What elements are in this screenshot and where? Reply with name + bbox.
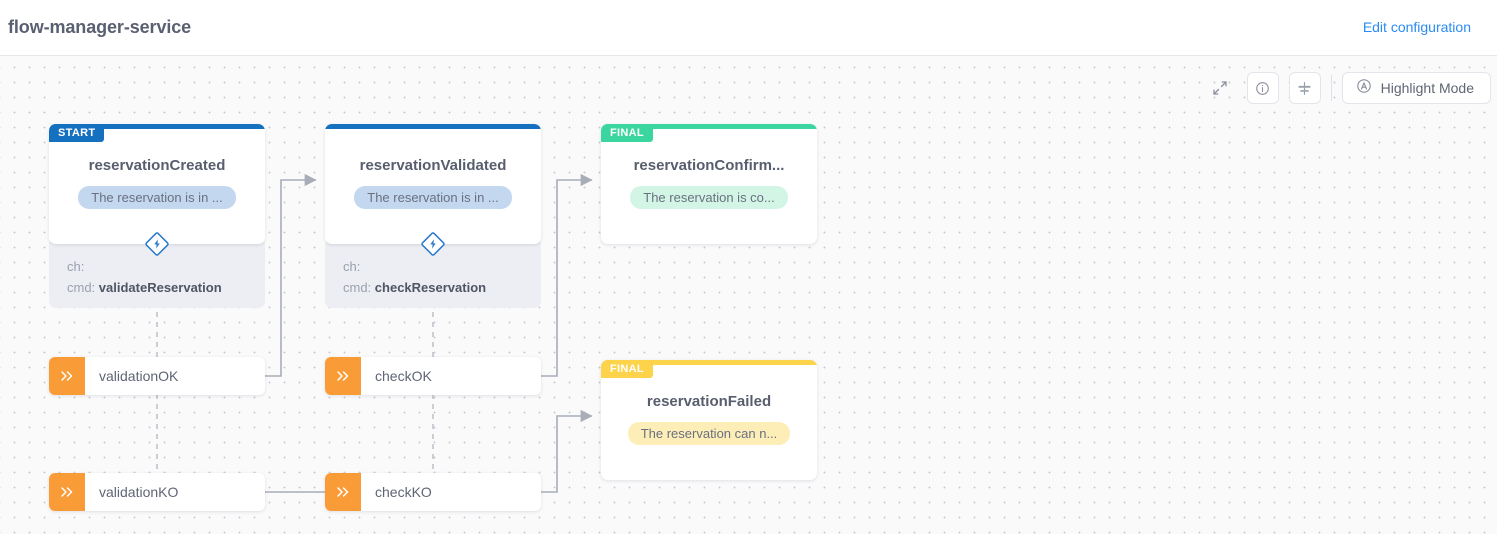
state-card[interactable]: START reservationCreated The reservation… [49,124,265,244]
state-description: The reservation is in ... [354,186,512,209]
state-card[interactable]: FINAL reservationFailed The reservation … [601,360,817,480]
command-channel-line: ch: [343,256,541,277]
state-node-reservationFailed[interactable]: FINAL reservationFailed The reservation … [601,360,817,480]
state-description: The reservation is co... [630,186,788,209]
double-chevron-right-icon [49,473,85,511]
state-name: reservationCreated [88,157,226,174]
double-chevron-right-icon [325,357,361,395]
flow-diagram-page: flow-manager-service Edit configuration [0,0,1497,534]
channel-label: ch: [343,259,361,274]
state-node-reservationConfirmed[interactable]: FINAL reservationConfirm... The reservat… [601,124,817,244]
event-label: validationKO [99,484,179,500]
command-cmd-line: cmd: validateReservation [67,277,265,298]
state-name: reservationConfirm... [633,157,785,174]
event-label: checkKO [375,484,432,500]
circled-a-icon [1356,78,1372,99]
state-name: reservationFailed [646,393,772,410]
bolt-diamond-icon [420,231,446,257]
highlight-mode-button[interactable]: Highlight Mode [1341,72,1491,104]
cmd-value: checkReservation [374,280,487,295]
canvas-toolbar: Highlight Mode [1203,71,1491,105]
event-node-validationOK[interactable]: validationOK [49,357,265,395]
state-badge: START [49,124,105,142]
diagram-canvas[interactable]: Highlight Mode ch: cmd: validateReservat… [0,56,1497,534]
highlight-mode-label: Highlight Mode [1380,80,1474,96]
state-accent-bar [325,124,541,129]
cmd-label: cmd: [67,280,96,295]
state-description: The reservation is in ... [78,186,236,209]
event-node-checkKO[interactable]: checkKO [325,473,541,511]
page-header: flow-manager-service Edit configuration [0,0,1497,56]
event-node-checkOK[interactable]: checkOK [325,357,541,395]
cmd-value: validateReservation [98,280,222,295]
double-chevron-right-icon [49,357,85,395]
double-chevron-right-icon [325,473,361,511]
event-label: validationOK [99,368,179,384]
command-channel-line: ch: [67,256,265,277]
state-node-reservationValidated[interactable]: ch: cmd: checkReservation reservationVal… [325,124,541,308]
channel-label: ch: [67,259,85,274]
command-cmd-line: cmd: checkReservation [343,277,541,298]
cmd-label: cmd: [343,280,372,295]
state-badge: FINAL [601,360,653,378]
event-node-validationKO[interactable]: validationKO [49,473,265,511]
state-description: The reservation can n... [627,422,791,445]
expand-arrows-icon[interactable] [1203,71,1237,105]
state-name: reservationValidated [359,157,507,174]
state-badge: FINAL [601,124,653,142]
bolt-diamond-icon [144,231,170,257]
toolbar-divider [1330,75,1332,101]
state-node-reservationCreated[interactable]: ch: cmd: validateReservation START reser… [49,124,265,308]
distribute-vertical-icon[interactable] [1288,72,1321,104]
state-card[interactable]: reservationValidated The reservation is … [325,124,541,244]
event-label: checkOK [375,368,432,384]
edit-configuration-link[interactable]: Edit configuration [1363,19,1471,35]
info-circle-icon[interactable] [1246,72,1279,104]
state-card[interactable]: FINAL reservationConfirm... The reservat… [601,124,817,244]
page-title: flow-manager-service [8,17,192,37]
